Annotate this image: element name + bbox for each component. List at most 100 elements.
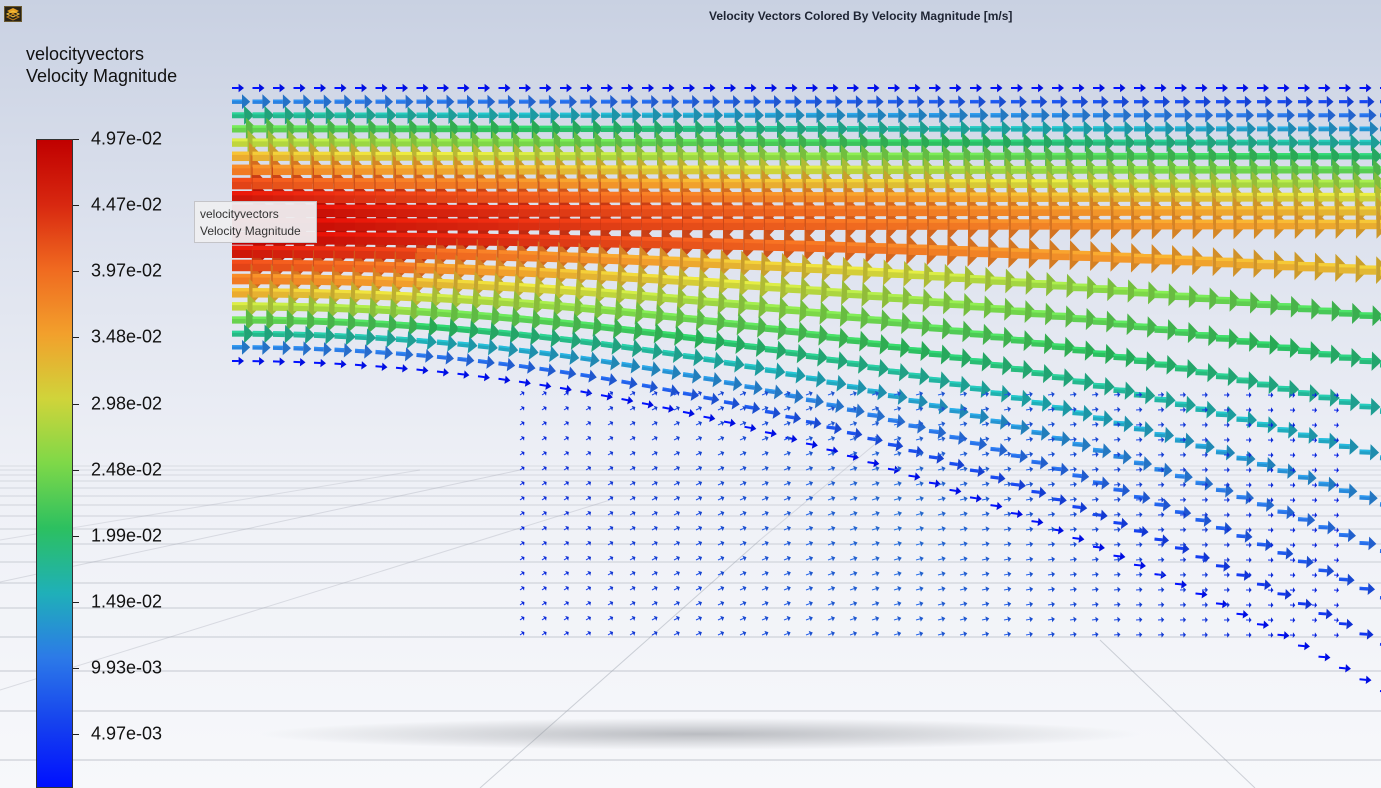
velocity-vector xyxy=(1318,108,1336,123)
velocity-vector xyxy=(1072,107,1091,123)
velocity-vector xyxy=(1359,305,1381,327)
velocity-vector xyxy=(1297,512,1316,527)
velocity-vector xyxy=(739,585,747,592)
velocity-vector xyxy=(1113,601,1121,608)
velocity-vector xyxy=(805,630,813,637)
velocity-vector xyxy=(915,616,924,622)
velocity-vector xyxy=(1025,601,1034,608)
velocity-vector xyxy=(761,450,769,457)
velocity-vector xyxy=(981,616,990,622)
velocity-vector xyxy=(1157,586,1165,593)
velocity-vector xyxy=(827,600,836,607)
velocity-vector xyxy=(541,585,547,591)
velocity-vector xyxy=(1047,481,1056,488)
velocity-vector xyxy=(457,94,475,109)
velocity-vector xyxy=(1256,334,1281,355)
velocity-vector xyxy=(629,405,636,411)
velocity-vector xyxy=(1359,108,1377,123)
velocity-vector xyxy=(519,555,525,561)
velocity-vector xyxy=(1069,466,1077,473)
colorbar-tick-mark xyxy=(73,668,79,669)
velocity-vector xyxy=(1174,358,1198,379)
velocity-vector xyxy=(717,600,725,607)
velocity-vector xyxy=(990,472,1006,484)
colorbar-tick-label: 4.97e-02 xyxy=(91,128,163,149)
velocity-vector xyxy=(1318,344,1342,365)
velocity-vector xyxy=(232,94,251,110)
velocity-vector xyxy=(629,450,636,456)
velocity-vector xyxy=(744,401,761,415)
velocity-vector xyxy=(1047,421,1055,428)
velocity-vector xyxy=(273,83,285,93)
velocity-vector xyxy=(232,105,255,125)
velocity-vector xyxy=(765,95,782,109)
velocity-vector xyxy=(1267,512,1274,518)
velocity-vector xyxy=(1277,379,1300,399)
velocity-vector xyxy=(893,571,902,577)
velocity-vector xyxy=(949,486,962,495)
velocity-vector xyxy=(395,347,414,362)
velocity-vector xyxy=(651,525,658,531)
velocity-vector xyxy=(585,420,591,426)
graphics-viewport[interactable]: Velocity Vectors Colored By Velocity Mag… xyxy=(0,0,1381,788)
velocity-vector xyxy=(457,336,478,354)
velocity-vector xyxy=(846,330,871,352)
velocity-vector xyxy=(717,390,725,397)
velocity-vector xyxy=(1236,530,1253,543)
velocity-vector xyxy=(908,445,924,458)
velocity-vector xyxy=(959,421,968,427)
velocity-vector xyxy=(1311,527,1318,534)
velocity-vector xyxy=(662,83,675,93)
velocity-vector xyxy=(1179,571,1187,578)
velocity-vector xyxy=(928,344,952,365)
fluent-app-icon[interactable] xyxy=(4,6,22,22)
velocity-vector xyxy=(893,510,902,517)
velocity-vector xyxy=(981,601,990,607)
velocity-vector xyxy=(1245,602,1252,608)
velocity-vector xyxy=(1257,95,1273,108)
velocity-vector xyxy=(765,83,777,93)
velocity-vector xyxy=(1003,616,1012,623)
velocity-vector xyxy=(1091,571,1099,578)
velocity-vector xyxy=(724,95,741,109)
velocity-vector xyxy=(1069,601,1077,608)
velocity-vector xyxy=(1256,416,1278,434)
velocity-vector xyxy=(1133,490,1151,505)
velocity-vector xyxy=(1133,421,1154,438)
velocity-vector xyxy=(416,106,438,125)
velocity-vector xyxy=(1072,501,1088,514)
velocity-vector xyxy=(1311,407,1318,414)
velocity-vector xyxy=(764,340,788,361)
velocity-vector xyxy=(871,616,880,622)
colorbar-tick-label: 1.99e-02 xyxy=(91,525,163,546)
colorbar[interactable] xyxy=(36,139,73,788)
velocity-vector xyxy=(1245,542,1252,548)
velocity-vector xyxy=(313,326,336,345)
velocity-vector xyxy=(673,435,680,441)
probe-tooltip: velocityvectors Velocity Magnitude xyxy=(194,201,317,243)
velocity-vector xyxy=(355,94,373,109)
velocity-vector xyxy=(990,95,1007,108)
velocity-vector xyxy=(1215,444,1236,461)
velocity-vector xyxy=(887,413,906,429)
velocity-vector xyxy=(1267,437,1274,443)
velocity-vector xyxy=(682,408,695,418)
velocity-vector xyxy=(1223,422,1230,428)
velocity-vector xyxy=(1091,586,1099,593)
velocity-vector xyxy=(1113,436,1121,443)
velocity-vector xyxy=(1025,616,1034,623)
velocity-vector xyxy=(1223,392,1230,398)
velocity-vector xyxy=(1003,571,1012,577)
velocity-vector xyxy=(846,379,867,396)
velocity-vector xyxy=(1179,586,1187,593)
velocity-vector xyxy=(1174,580,1187,589)
velocity-vector xyxy=(1179,526,1187,533)
tooltip-line-2: Velocity Magnitude xyxy=(200,224,301,238)
velocity-vector xyxy=(1297,384,1320,403)
velocity-vector xyxy=(1277,588,1292,600)
velocity-vector xyxy=(805,435,813,442)
velocity-vector xyxy=(518,326,542,346)
velocity-vector xyxy=(607,570,614,576)
velocity-vector xyxy=(949,348,973,368)
velocity-vector xyxy=(1154,145,1179,167)
